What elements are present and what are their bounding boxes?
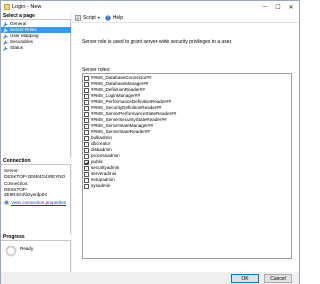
chevron-down-icon: ▾ — [97, 15, 100, 20]
wrench-icon — [3, 27, 8, 33]
left-pane: Select a page General Server Roles User … — [1, 13, 71, 272]
role-checkbox[interactable] — [84, 153, 89, 159]
connection-header: Connection — [1, 158, 71, 165]
view-connection-properties[interactable]: View connection properties — [4, 200, 70, 206]
role-checkbox[interactable] — [84, 87, 89, 93]
minimize-button[interactable]: ─ — [259, 2, 271, 12]
help-button[interactable]: ? Help — [105, 15, 123, 21]
wrench-icon — [3, 21, 8, 27]
progress-spinner-icon — [5, 245, 17, 257]
page-item-status[interactable]: Status — [1, 45, 71, 51]
main-pane: Script ▾ ? Help Server role is used to g… — [72, 13, 299, 272]
role-checkbox[interactable] — [84, 81, 89, 87]
script-icon — [75, 14, 81, 21]
close-button[interactable]: ✕ — [285, 2, 297, 12]
maximize-button[interactable]: ☐ — [272, 2, 284, 12]
role-checkbox[interactable] — [84, 177, 89, 183]
role-checkbox[interactable] — [84, 117, 89, 123]
server-value: DESKTOP-2E6R4G4\REYNO — [4, 173, 66, 179]
script-label: Script — [83, 14, 96, 21]
properties-icon — [4, 200, 9, 205]
role-checkbox[interactable] — [84, 111, 89, 117]
ok-button[interactable]: OK — [231, 274, 259, 283]
role-checkbox[interactable] — [84, 123, 89, 129]
server-roles-list: ##MS_DatabaseConnector## ##MS_DatabaseMa… — [82, 73, 292, 259]
role-checkbox[interactable] — [84, 171, 89, 177]
window-title: Login - New — [12, 4, 42, 10]
dialog-footer: OK Cancel — [1, 272, 299, 284]
page-list: General Server Roles User Mapping Secura… — [1, 21, 71, 51]
role-checkbox[interactable] — [84, 165, 89, 171]
help-label: Help — [112, 14, 124, 21]
title-bar: Login - New ─ ☐ ✕ — [1, 1, 299, 13]
role-name: sysadmin — [91, 183, 111, 188]
login-new-dialog: Login - New ─ ☐ ✕ Select a page General … — [0, 0, 300, 284]
view-connection-link[interactable]: View connection properties — [11, 200, 66, 206]
toolbar: Script ▾ ? Help — [72, 13, 299, 23]
wrench-icon — [3, 39, 8, 45]
wrench-icon — [3, 33, 8, 39]
cancel-button[interactable]: Cancel — [264, 274, 292, 283]
role-checkbox[interactable] — [84, 99, 89, 105]
role-checkbox[interactable] — [84, 135, 89, 141]
description-text: Server role is used to grant server-wide… — [82, 39, 233, 45]
script-button[interactable]: Script ▾ — [75, 15, 100, 21]
page-item-label: Status — [10, 45, 24, 50]
role-checkbox[interactable] — [84, 147, 89, 153]
role-checkbox[interactable] — [84, 183, 89, 189]
role-checkbox[interactable] — [84, 105, 89, 111]
progress-header: Progress — [1, 234, 71, 241]
role-row[interactable]: sysadmin — [83, 183, 291, 189]
role-checkbox[interactable] — [84, 93, 89, 99]
select-page-header: Select a page — [1, 13, 71, 20]
role-checkbox[interactable] — [84, 141, 89, 147]
progress-status: Ready — [20, 246, 34, 251]
role-checkbox[interactable] — [84, 159, 89, 165]
connection-value: DESKTOP-2E6R4G4\bzyerdp04 — [4, 186, 47, 198]
role-checkbox[interactable] — [84, 129, 89, 135]
role-checkbox[interactable] — [84, 75, 89, 81]
help-icon: ? — [105, 14, 111, 21]
connection-info: Server: DESKTOP-2E6R4G4\REYNO Connection… — [4, 168, 70, 205]
app-icon — [4, 4, 10, 10]
wrench-icon — [3, 45, 8, 51]
